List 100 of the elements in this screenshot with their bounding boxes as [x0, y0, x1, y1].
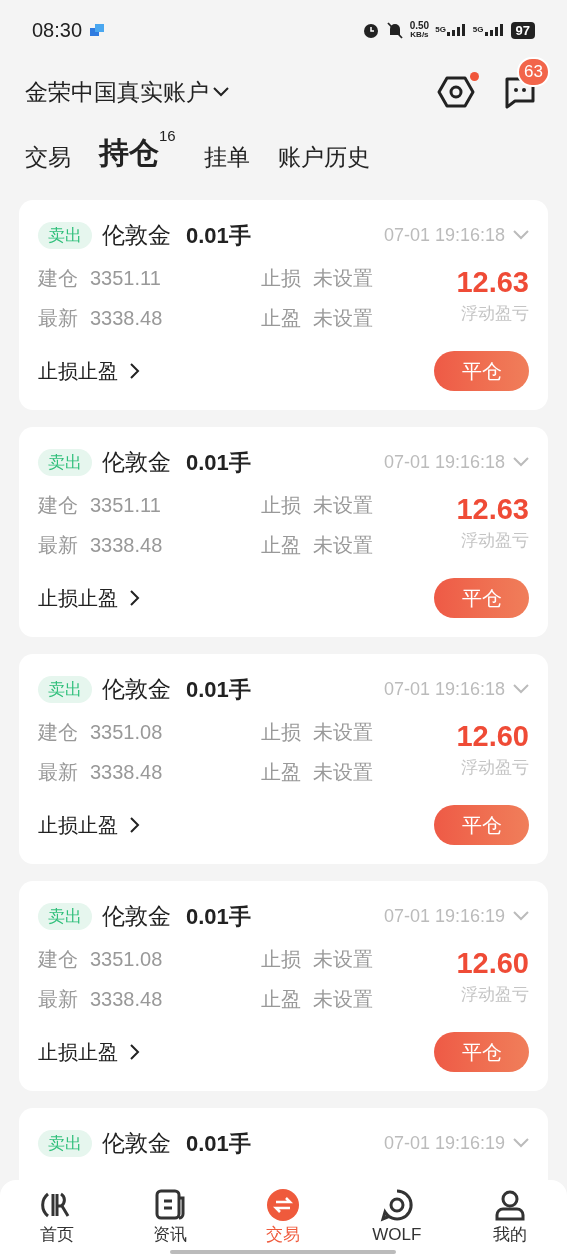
chevron-down-icon[interactable]: [513, 684, 529, 695]
network-type: 5G: [435, 24, 446, 36]
lot-size: 0.01手: [186, 221, 251, 250]
profit-value: 12.63: [456, 264, 529, 300]
side-tag: 卖出: [38, 1129, 92, 1157]
profit-label: 浮动盈亏: [461, 302, 529, 325]
side-tag: 卖出: [38, 902, 92, 930]
stop-loss-value: 未设置: [313, 492, 373, 518]
symbol-name: 伦敦金: [102, 221, 171, 250]
symbol-name: 伦敦金: [102, 448, 171, 477]
chevron-right-icon: [130, 362, 140, 379]
open-time: 07-01 19:16:18: [383, 677, 505, 701]
profit-label: 浮动盈亏: [461, 756, 529, 779]
open-time: 07-01 19:16:18: [383, 223, 505, 247]
nav-item[interactable]: 我的: [470, 1188, 551, 1248]
profit-label: 浮动盈亏: [461, 529, 529, 552]
document-icon: [153, 1188, 188, 1222]
signal-icon: [446, 24, 467, 36]
field-label: 最新: [38, 759, 78, 785]
lot-size: 0.01手: [186, 448, 251, 477]
field-label: 止盈: [261, 532, 301, 558]
take-profit-value: 未设置: [313, 532, 373, 558]
symbol-name: 伦敦金: [102, 675, 171, 704]
chevron-right-icon: [130, 589, 140, 606]
stop-loss-value: 未设置: [313, 946, 373, 972]
open-time: 07-01 19:16:19: [383, 1131, 505, 1155]
lot-size: 0.01手: [186, 902, 251, 931]
chevron-right-icon: [130, 816, 140, 833]
open-price: 3351.11: [90, 265, 161, 291]
chevron-down-icon[interactable]: [513, 457, 529, 468]
clock: 08:30: [32, 18, 83, 43]
chevron-down-icon: [213, 87, 229, 97]
stop-loss-take-profit-link[interactable]: 止损止盈: [38, 355, 140, 386]
chevron-down-icon[interactable]: [513, 911, 529, 922]
tab-count: 16: [159, 128, 176, 144]
nav-item[interactable]: 资讯: [130, 1188, 211, 1248]
tab[interactable]: 账户历史: [277, 142, 370, 172]
stop-loss-take-profit-link[interactable]: 止损止盈: [38, 582, 140, 613]
latest-price: 3338.48: [90, 986, 163, 1012]
profit-value: 12.63: [456, 491, 529, 527]
lot-size: 0.01手: [186, 675, 251, 704]
settings-icon[interactable]: [437, 74, 475, 110]
field-label: 建仓: [38, 265, 78, 291]
stop-loss-take-profit-link[interactable]: 止损止盈: [38, 809, 140, 840]
lot-size: 0.01手: [186, 1129, 251, 1158]
field-label: 最新: [38, 532, 78, 558]
mute-bell-icon: [385, 21, 404, 39]
net-speed-unit: KB/s: [410, 30, 429, 39]
network-type: 5G: [472, 24, 484, 36]
symbol-name: 伦敦金: [102, 1129, 171, 1158]
side-tag: 卖出: [38, 221, 92, 249]
field-label: 止盈: [261, 305, 301, 331]
nav-item[interactable]: 首页: [16, 1188, 97, 1248]
alarm-icon: [361, 21, 380, 39]
nav-item[interactable]: WOLF: [356, 1188, 437, 1248]
field-label: 最新: [38, 305, 78, 331]
profit-value: 12.60: [456, 718, 529, 754]
open-price: 3351.11: [90, 492, 161, 518]
person-icon: [493, 1188, 528, 1222]
latest-price: 3338.48: [90, 532, 163, 558]
side-tag: 卖出: [38, 675, 92, 703]
open-price: 3351.08: [90, 946, 163, 972]
field-label: 止损: [261, 492, 301, 518]
field-label: 建仓: [38, 492, 78, 518]
field-label: 建仓: [38, 946, 78, 972]
field-label: 止损: [261, 946, 301, 972]
latest-price: 3338.48: [90, 759, 163, 785]
side-tag: 卖出: [38, 448, 92, 476]
latest-price: 3338.48: [90, 305, 163, 331]
signal-icon: [484, 24, 505, 36]
tab[interactable]: 挂单: [203, 142, 250, 172]
field-label: 最新: [38, 986, 78, 1012]
stop-loss-value: 未设置: [313, 719, 373, 745]
open-price: 3351.08: [90, 719, 163, 745]
message-badge: 63: [517, 57, 550, 87]
app-notification-icon: [90, 24, 105, 36]
chevron-down-icon[interactable]: [513, 230, 529, 241]
stop-loss-value: 未设置: [313, 265, 373, 291]
battery-level: 97: [510, 21, 535, 39]
field-label: 建仓: [38, 719, 78, 745]
stop-loss-take-profit-link[interactable]: 止损止盈: [38, 1036, 140, 1067]
field-label: 止损: [261, 265, 301, 291]
take-profit-value: 未设置: [313, 759, 373, 785]
field-label: 止盈: [261, 986, 301, 1012]
field-label: 止盈: [261, 759, 301, 785]
open-time: 07-01 19:16:18: [383, 450, 505, 474]
open-time: 07-01 19:16:19: [383, 904, 505, 928]
net-speed: 0.50: [409, 21, 430, 30]
take-profit-value: 未设置: [313, 986, 373, 1012]
account-selector[interactable]: 金荣中国真实账户: [25, 74, 229, 110]
chevron-down-icon[interactable]: [513, 1138, 529, 1149]
take-profit-value: 未设置: [313, 305, 373, 331]
profit-value: 12.60: [456, 945, 529, 981]
tab[interactable]: 交易: [25, 142, 71, 172]
profit-label: 浮动盈亏: [461, 983, 529, 1006]
symbol-name: 伦敦金: [102, 902, 171, 931]
exchange-icon: [266, 1188, 301, 1222]
field-label: 止损: [261, 719, 301, 745]
chat-ring-icon: [379, 1188, 414, 1222]
chevron-right-icon: [130, 1043, 140, 1060]
